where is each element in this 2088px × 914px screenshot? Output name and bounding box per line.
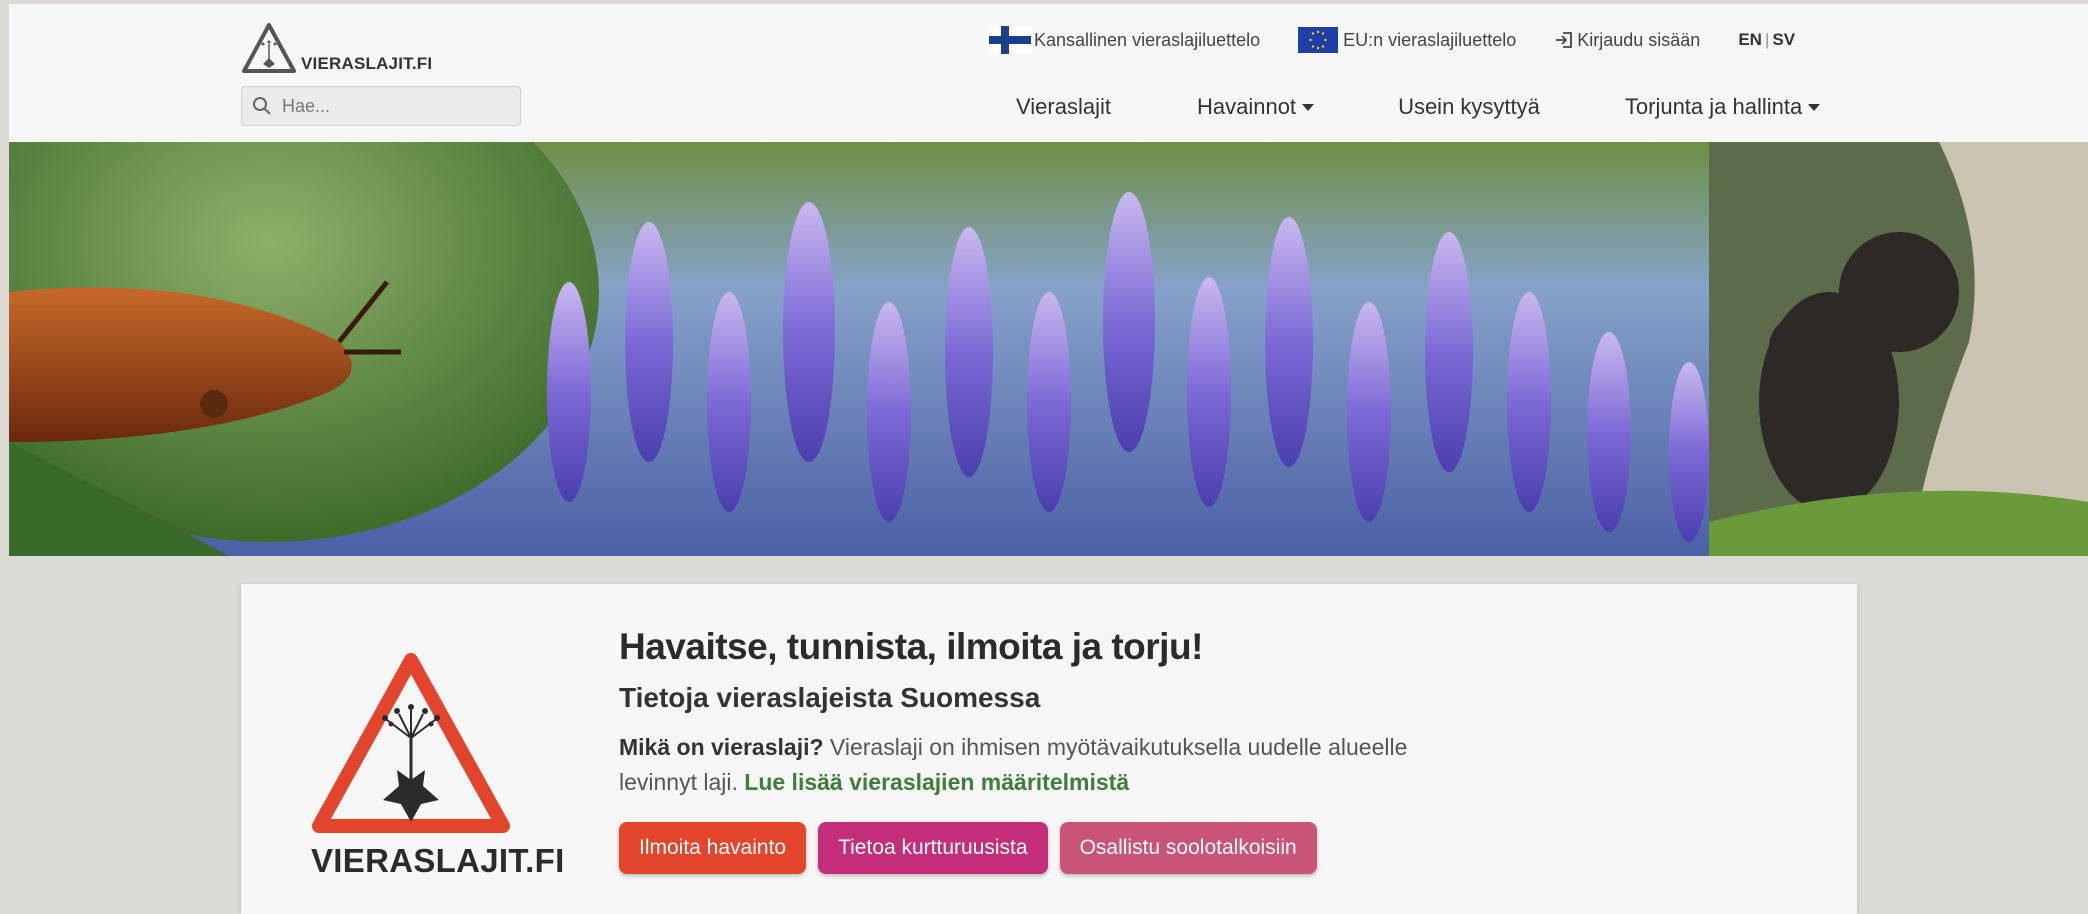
nav-control[interactable]: Torjunta ja hallinta	[1624, 94, 1821, 120]
site-logo-text: VIERASLAJIT.FI	[301, 54, 433, 73]
nav-faq[interactable]: Usein kysyttyä	[1398, 94, 1540, 120]
national-list-label: Kansallinen vieraslajiluettelo	[1034, 29, 1261, 50]
national-list-link[interactable]: Kansallinen vieraslajiluettelo	[989, 26, 1260, 54]
site-header: VIERASLAJIT.FI Kansallinen vieraslajilue…	[9, 4, 2088, 142]
lang-sv[interactable]: SV	[1772, 30, 1795, 50]
nav-control-label: Torjunta ja hallinta	[1624, 94, 1803, 119]
search-input[interactable]	[280, 94, 504, 118]
definition-question: Mikä on vieraslaji?	[619, 734, 824, 760]
definitions-link[interactable]: Lue lisää vieraslajien määritelmistä	[744, 769, 1129, 795]
nav-observations[interactable]: Havainnot	[1196, 94, 1315, 120]
nav-species-label: Vieraslajit	[1016, 94, 1111, 119]
action-buttons: Ilmoita havainto Tietoa kurtturuusista O…	[619, 822, 1519, 874]
rugosa-rose-info-button[interactable]: Tietoa kurtturuusista	[818, 822, 1048, 874]
nav-faq-label: Usein kysyttyä	[1398, 94, 1540, 119]
eu-list-link[interactable]: EU:n vieraslajiluettelo	[1298, 27, 1516, 53]
chevron-down-icon	[1808, 103, 1821, 111]
top-links: Kansallinen vieraslajiluettelo EU:n vier…	[989, 22, 1795, 58]
report-observation-button[interactable]: Ilmoita havainto	[619, 822, 807, 874]
hero-illustration	[9, 142, 2088, 556]
search-icon	[253, 97, 271, 115]
site-logo[interactable]: VIERASLAJIT.FI	[241, 18, 432, 74]
invasive-species-warning-icon	[312, 653, 510, 833]
finland-flag-icon	[989, 26, 1031, 54]
search-box[interactable]	[241, 86, 521, 126]
eu-flag-icon	[1298, 27, 1339, 53]
page-title: Havaitse, tunnista, ilmoita ja torju!	[619, 626, 1203, 667]
nav-species[interactable]: Vieraslajit	[1016, 94, 1111, 120]
definition-paragraph: Mikä on vieraslaji? Vieraslaji on ihmise…	[619, 730, 1479, 800]
card-logo-text: VIERASLAJIT.FI	[311, 842, 565, 879]
language-switcher: EN | SV	[1738, 30, 1795, 50]
hero-banner-image	[9, 142, 2088, 556]
intro-content: Havaitse, tunnista, ilmoita ja torju! Ti…	[619, 626, 1519, 874]
login-link[interactable]: Kirjaudu sisään	[1554, 30, 1700, 51]
login-label: Kirjaudu sisään	[1577, 29, 1701, 50]
lang-separator: |	[1764, 30, 1770, 49]
main-nav: Vieraslajit Havainnot Usein kysyttyä Tor…	[1016, 90, 1821, 124]
page-subtitle: Tietoja vieraslajeista Suomessa	[619, 682, 1041, 713]
lang-en[interactable]: EN	[1738, 30, 1762, 50]
nav-observations-label: Havainnot	[1196, 94, 1297, 119]
login-icon	[1556, 32, 1573, 48]
eu-list-label: EU:n vieraslajiluettelo	[1343, 29, 1517, 50]
warning-triangle-logo-icon	[242, 23, 296, 73]
intro-card: VIERASLAJIT.FI Havaitse, tunnista, ilmoi…	[241, 584, 1857, 914]
join-volunteer-button[interactable]: Osallistu soolotalkoisiin	[1059, 822, 1317, 874]
chevron-down-icon	[1302, 103, 1315, 111]
